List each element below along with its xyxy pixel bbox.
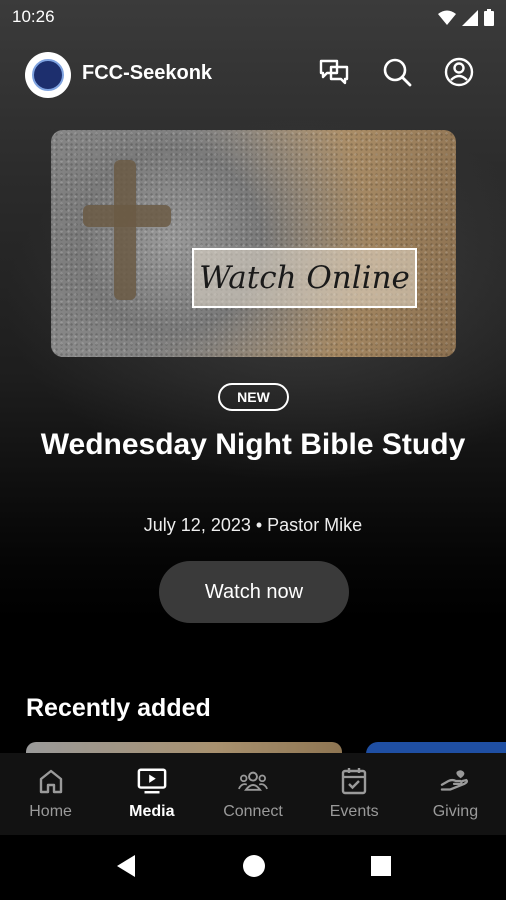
nav-label-home: Home <box>29 803 72 820</box>
home-icon <box>36 766 66 796</box>
logo-emblem <box>32 59 64 91</box>
connect-icon <box>238 766 268 796</box>
calendar-icon <box>339 766 369 796</box>
account-button[interactable] <box>443 57 475 92</box>
cross-vertical <box>114 160 136 300</box>
home-circle-icon <box>242 854 266 883</box>
ash-texture <box>51 130 456 357</box>
signal-icon <box>462 9 478 31</box>
nav-label-giving: Giving <box>432 803 479 820</box>
status-icons <box>438 9 494 31</box>
nav-item-home[interactable]: Home <box>0 753 101 835</box>
nav-label-media: Media <box>129 803 175 820</box>
featured-image[interactable]: Watch Online <box>51 130 456 357</box>
status-time: 10:26 <box>12 7 55 26</box>
wifi-icon <box>438 10 456 31</box>
watch-now-button[interactable]: Watch now <box>159 561 349 623</box>
nav-label-connect: Connect <box>223 803 283 820</box>
recently-added-heading: Recently added <box>26 694 211 722</box>
search-button[interactable] <box>381 58 413 90</box>
featured-title: Wednesday Night Bible Study <box>40 428 466 461</box>
bottom-navigation: Home Media Connect Events Giving <box>0 753 506 835</box>
back-button[interactable] <box>113 854 139 883</box>
nav-label-events: Events <box>329 803 379 820</box>
new-badge: NEW <box>218 383 289 411</box>
nav-item-events[interactable]: Events <box>304 753 405 835</box>
featured-meta: July 12, 2023 • Pastor Mike <box>143 515 363 535</box>
back-icon <box>115 854 137 883</box>
system-home-button[interactable] <box>241 854 267 883</box>
search-icon <box>382 57 412 92</box>
media-icon <box>137 766 167 796</box>
nav-item-media[interactable]: Media <box>101 753 202 835</box>
system-navigation-bar <box>0 835 506 900</box>
nav-item-giving[interactable]: Giving <box>405 753 506 835</box>
chat-icon <box>319 58 349 91</box>
app-title: FCC-Seekonk <box>82 62 213 84</box>
watch-online-text: Watch Online <box>199 260 410 296</box>
church-logo[interactable] <box>25 52 71 98</box>
recents-icon <box>370 855 392 882</box>
app-header: FCC-Seekonk <box>0 48 506 102</box>
battery-icon <box>484 9 494 31</box>
chat-button[interactable] <box>318 58 350 90</box>
account-icon <box>444 57 474 92</box>
nav-item-connect[interactable]: Connect <box>202 753 303 835</box>
watch-online-banner: Watch Online <box>192 248 417 308</box>
giving-icon <box>440 766 470 796</box>
recents-button[interactable] <box>368 855 394 881</box>
status-bar: 10:26 <box>0 0 506 36</box>
cross-horizontal <box>83 205 171 227</box>
